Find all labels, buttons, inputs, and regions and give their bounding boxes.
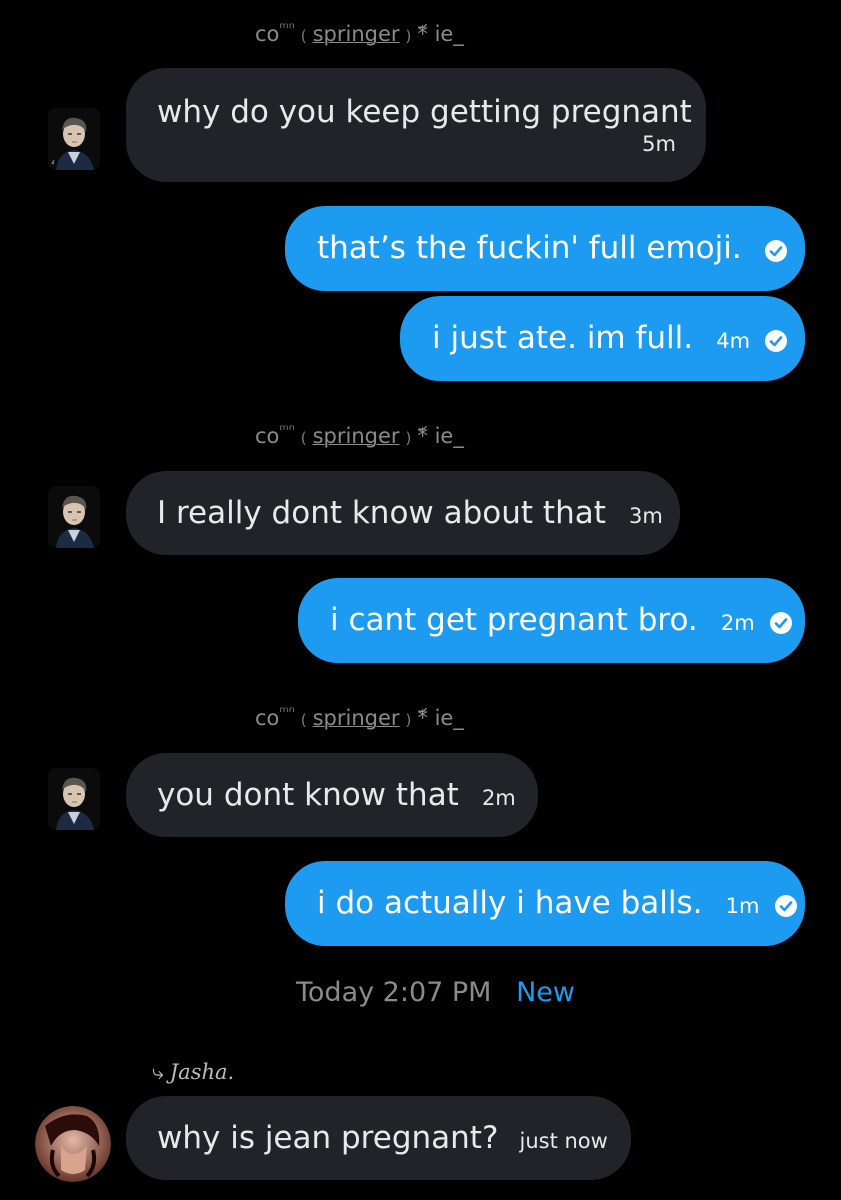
message-time: 3m xyxy=(628,504,663,528)
sender-sup: ᵐⁿ xyxy=(279,19,295,37)
new-label: New xyxy=(516,977,575,1008)
incoming-message-bubble[interactable]: why is jean pregnant? just now xyxy=(126,1096,631,1180)
message-time: 2m xyxy=(720,611,755,635)
message-time: 1m xyxy=(725,894,760,918)
message-time: 5m xyxy=(642,132,676,156)
sender-sup: ᵐⁿ xyxy=(279,703,295,721)
avatar-portrait xyxy=(48,768,100,830)
read-check-icon xyxy=(769,611,792,634)
message-text: i do actually i have balls. xyxy=(317,885,703,921)
message-time: just now xyxy=(519,1129,608,1153)
message-text: why is jean pregnant? xyxy=(157,1120,499,1156)
message-text: i just ate. im full. xyxy=(432,320,694,356)
sender-paren-open: ( xyxy=(300,27,307,45)
message-text: I really dont know about that xyxy=(157,495,606,531)
read-check-icon xyxy=(764,239,787,262)
incoming-message-bubble[interactable]: you dont know that 2m xyxy=(126,753,538,837)
sender-prefix: co xyxy=(255,706,280,730)
avatar-portrait xyxy=(35,1106,111,1182)
sender-suffix: *᷄ ie_ xyxy=(417,424,464,448)
incoming-message-bubble[interactable]: I really dont know about that 3m xyxy=(126,471,680,555)
avatar[interactable] xyxy=(48,486,100,548)
sender-suffix: *᷄ ie_ xyxy=(417,22,464,46)
sender-name-link[interactable]: springer xyxy=(313,706,400,730)
sender-name-link[interactable]: springer xyxy=(313,424,400,448)
avatar-portrait xyxy=(48,486,100,548)
outgoing-message-bubble[interactable]: i cant get pregnant bro. 2m xyxy=(298,578,805,663)
read-check-icon xyxy=(765,329,788,352)
sender-prefix: co xyxy=(255,424,280,448)
avatar[interactable] xyxy=(48,108,100,170)
sender-paren-close: ) xyxy=(405,27,412,45)
sender-label: co ᵐⁿ ( springer ) *᷄ ie_ xyxy=(255,19,464,46)
message-time: 4m xyxy=(716,329,751,353)
avatar[interactable] xyxy=(48,768,100,830)
sender-paren-open: ( xyxy=(300,429,307,447)
read-check-icon xyxy=(774,894,797,917)
avatar-portrait xyxy=(48,108,100,170)
sender-sup: ᵐⁿ xyxy=(279,421,295,439)
sender-paren-close: ) xyxy=(405,711,412,729)
message-time: 2m xyxy=(481,786,516,810)
sender-label: co ᵐⁿ ( springer ) *᷄ ie_ xyxy=(255,703,464,730)
outgoing-message-bubble[interactable]: i just ate. im full. 4m xyxy=(400,296,805,381)
message-text: i cant get pregnant bro. xyxy=(330,602,698,638)
message-text: why do you keep getting pregnant xyxy=(157,94,692,130)
sender-name-link[interactable]: springer xyxy=(313,22,400,46)
outgoing-message-bubble[interactable]: i do actually i have balls. 1m xyxy=(285,861,805,946)
sender-label: co ᵐⁿ ( springer ) *᷄ ie_ xyxy=(255,421,464,448)
avatar[interactable] xyxy=(35,1106,111,1182)
message-text: that’s the fuckin' full emoji. xyxy=(317,230,742,266)
message-text: you dont know that xyxy=(157,777,459,813)
sender-prefix: co xyxy=(255,22,280,46)
arrow-icon: ⤷ xyxy=(152,1060,164,1084)
sender-name[interactable]: Jasha. xyxy=(170,1060,234,1084)
sender-paren-close: ) xyxy=(405,429,412,447)
sender-paren-open: ( xyxy=(300,711,307,729)
new-messages-divider: Today 2:07 PM New xyxy=(296,977,575,1008)
outgoing-message-bubble[interactable]: that’s the fuckin' full emoji. xyxy=(285,206,805,291)
divider-timestamp: Today 2:07 PM xyxy=(296,977,492,1008)
incoming-message-bubble[interactable]: why do you keep getting pregnant 5m xyxy=(126,68,706,182)
sender-suffix: *᷄ ie_ xyxy=(417,706,464,730)
sender-label: ⤷ Jasha. xyxy=(152,1060,234,1085)
